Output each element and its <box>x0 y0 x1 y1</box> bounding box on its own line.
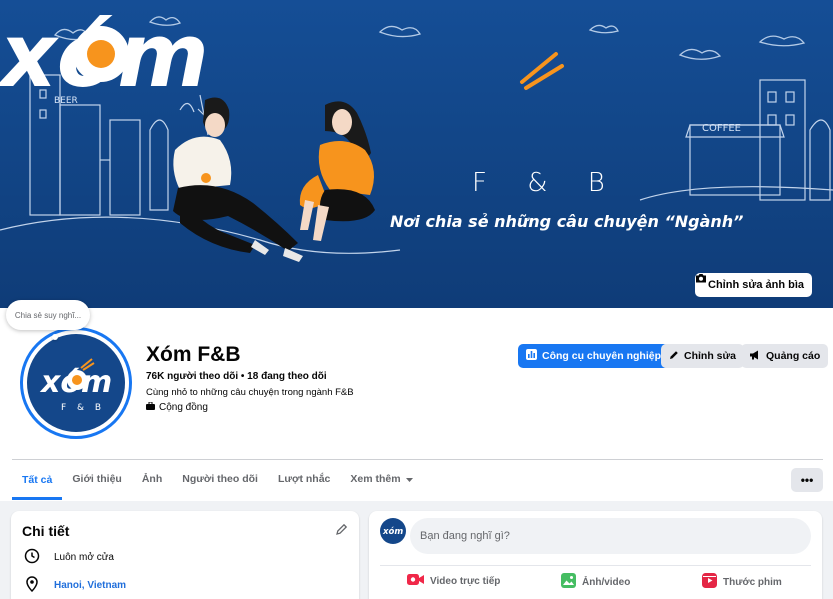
coffee-sign: COFFEE <box>702 123 741 134</box>
professional-tools-button[interactable]: Công cụ chuyên nghiệp <box>518 344 670 368</box>
note-bubble-tail <box>52 334 58 340</box>
illustration-person-right <box>299 101 375 241</box>
note-bubble[interactable]: Chia sẻ suy nghĩ... <box>6 300 90 330</box>
follower-stats[interactable]: 76K người theo dõi • 18 đang theo dõi <box>146 371 327 382</box>
chart-icon <box>526 349 537 363</box>
edit-details-pencil-icon[interactable] <box>335 523 348 541</box>
details-title: Chi tiết <box>22 523 70 539</box>
composer-avatar[interactable]: xóm <box>380 518 406 544</box>
cover-subtitle: F & B <box>472 168 621 198</box>
tab-more[interactable]: Xem thêm <box>340 460 422 498</box>
page-category: Cộng đồng <box>146 401 208 413</box>
megaphone-icon <box>749 350 761 363</box>
avatar-subtitle: F & B <box>61 403 105 413</box>
page-title: Xóm F&B <box>146 343 241 366</box>
tab-mentions[interactable]: Lượt nhắc <box>268 460 340 498</box>
cover-tagline: Nơi chia sẻ những câu chuyện “Ngành” <box>390 212 744 231</box>
detail-location: Hanoi, Vietnam <box>24 576 126 595</box>
hours-text: Luôn mở cửa <box>54 552 114 563</box>
more-options-button[interactable]: ••• <box>791 468 823 492</box>
composer-divider <box>380 565 811 566</box>
edit-cover-label: Chỉnh sửa ảnh bìa <box>708 279 804 291</box>
live-video-icon <box>407 573 424 589</box>
advertise-button[interactable]: Quảng cáo <box>741 344 829 368</box>
live-video-button[interactable]: Video trực tiếp <box>407 573 500 589</box>
professional-tools-label: Công cụ chuyên nghiệp <box>542 350 662 362</box>
caret-down-icon <box>405 473 413 485</box>
cover-photo: BEER COFFEE F & B Nơi chia sẻ những câu … <box>0 0 833 308</box>
tab-all[interactable]: Tất cả <box>12 460 63 500</box>
edit-page-button[interactable]: Chỉnh sửa <box>661 344 744 368</box>
page-description: Cùng nhỏ to những câu chuyện trong ngành… <box>146 387 354 398</box>
post-composer: xóm Bạn đang nghĩ gì? Video trực tiếp Ản… <box>369 511 822 599</box>
edit-page-label: Chỉnh sửa <box>684 350 736 362</box>
reel-icon <box>702 573 717 591</box>
details-card: Chi tiết Luôn mở cửa Hanoi, Vietnam <box>11 511 359 599</box>
xom-wordmark-logo: xóm <box>0 4 209 107</box>
tab-followers[interactable]: Người theo dõi <box>172 460 268 498</box>
tab-about[interactable]: Giới thiệu <box>62 460 131 498</box>
detail-hours: Luôn mở cửa <box>24 548 114 567</box>
composer-avatar-text: xóm <box>382 526 403 537</box>
reel-label: Thước phim <box>723 576 782 588</box>
edit-cover-photo-button[interactable]: Chỉnh sửa ảnh bìa <box>695 273 812 297</box>
location-link[interactable]: Hanoi, Vietnam <box>54 580 126 591</box>
pencil-icon <box>669 350 679 363</box>
reel-button[interactable]: Thước phim <box>702 573 782 591</box>
location-pin-icon <box>24 576 40 595</box>
briefcase-icon <box>146 401 155 413</box>
page-category-label: Cộng đồng <box>159 402 208 413</box>
illustration-person-left <box>173 97 303 262</box>
tab-more-label: Xem thêm <box>350 473 401 485</box>
avatar-logo: xóm F & B <box>27 334 125 432</box>
tab-photos[interactable]: Ảnh <box>132 460 172 498</box>
profile-avatar[interactable]: xóm F & B <box>20 327 132 439</box>
live-video-label: Video trực tiếp <box>430 575 501 587</box>
profile-tabs: Tất cả Giới thiệu Ảnh Người theo dõi Lượ… <box>12 460 423 500</box>
photo-icon <box>561 573 576 591</box>
photo-video-label: Ảnh/video <box>582 576 631 588</box>
advertise-label: Quảng cáo <box>766 350 821 362</box>
clock-icon <box>24 548 40 567</box>
whats-on-your-mind-input[interactable]: Bạn đang nghĩ gì? <box>410 518 811 554</box>
photo-video-button[interactable]: Ảnh/video <box>561 573 630 591</box>
